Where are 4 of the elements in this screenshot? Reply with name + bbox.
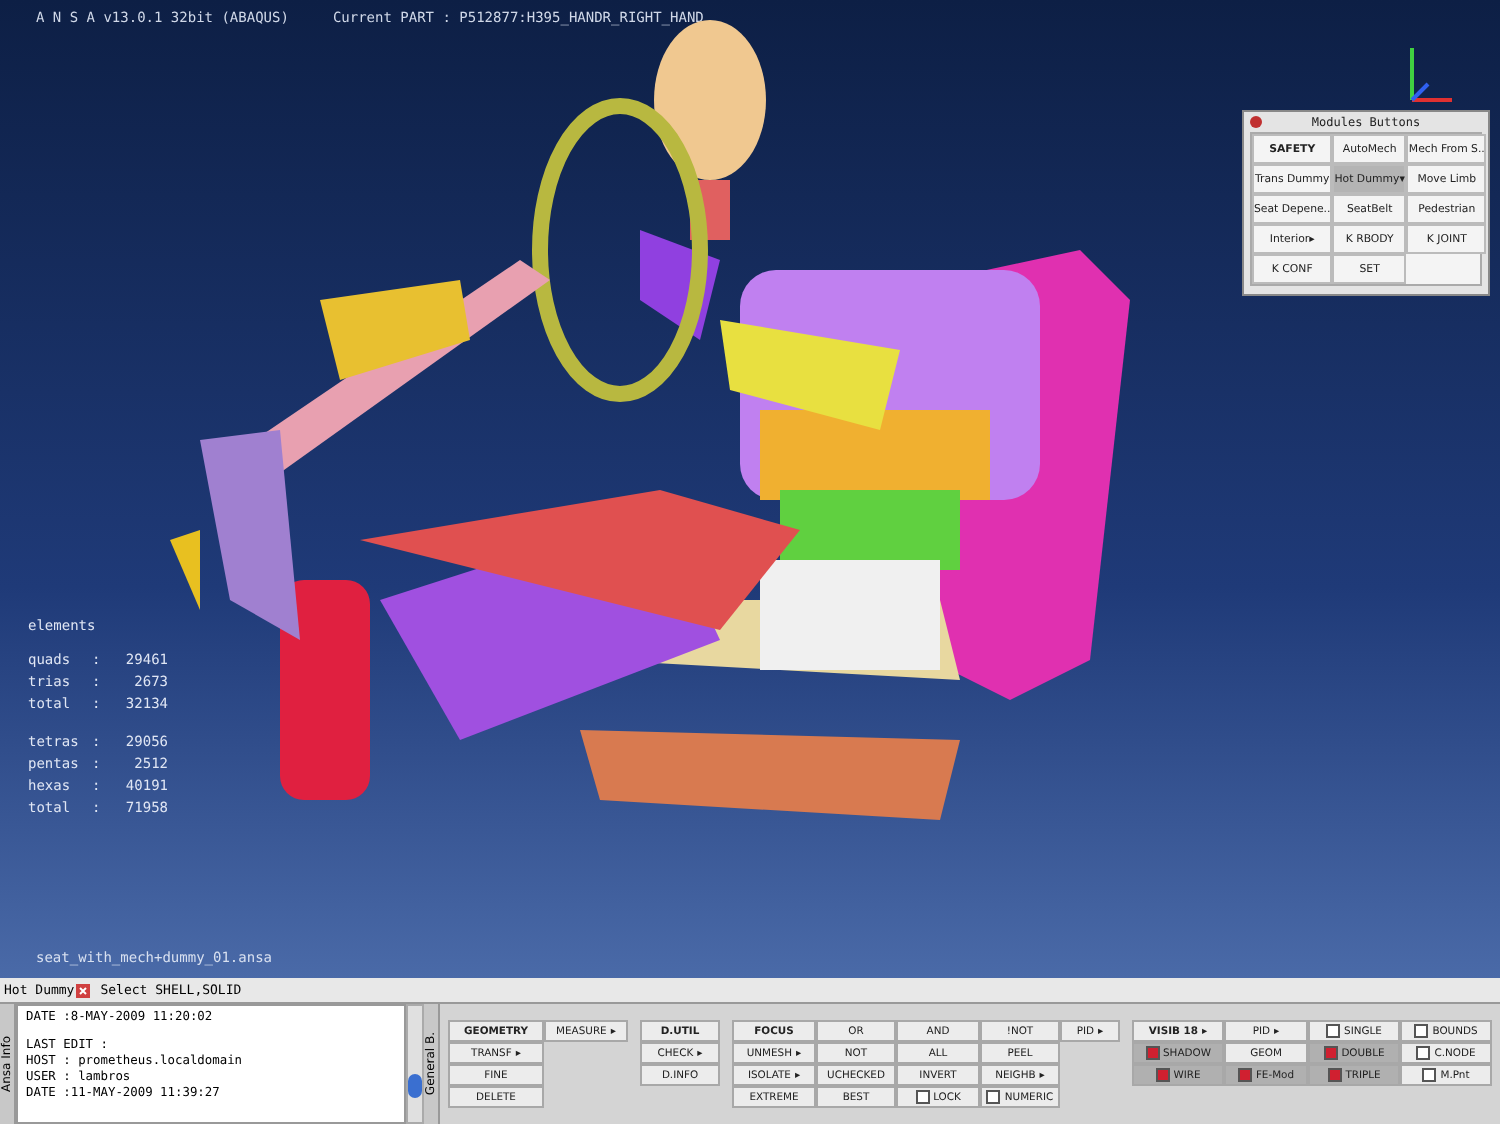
scrollbar[interactable]: [406, 1004, 424, 1124]
close-icon[interactable]: [76, 983, 91, 997]
3d-viewport[interactable]: [0, 0, 1500, 978]
close-icon[interactable]: [1250, 116, 1262, 128]
